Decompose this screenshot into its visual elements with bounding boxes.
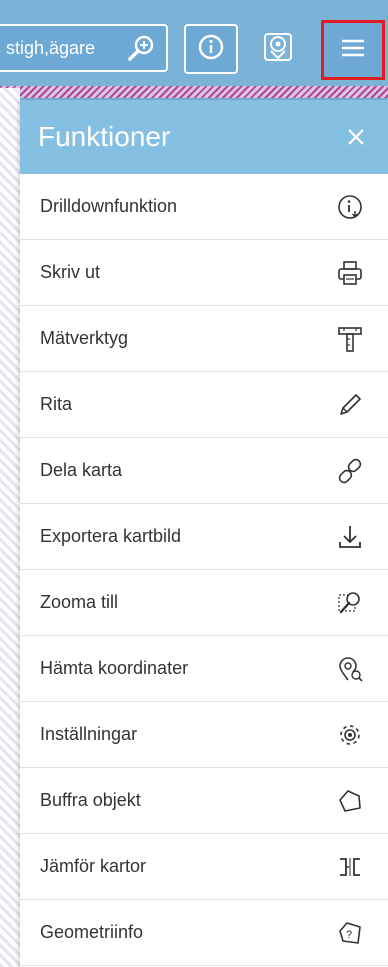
- menu-item-compare[interactable]: Jämför kartor: [20, 834, 388, 900]
- menu-item-label: Inställningar: [40, 724, 138, 744]
- map-background-strip: [0, 86, 388, 98]
- menu-item-label: Rita: [40, 394, 73, 414]
- menu-item-settings[interactable]: Inställningar: [20, 702, 388, 768]
- menu-item-measure[interactable]: Mätverktyg: [20, 306, 388, 372]
- menu-item-label: Geometriinfo: [40, 922, 144, 942]
- search-input-text[interactable]: stigh,ägare: [6, 38, 124, 59]
- printer-icon: [334, 257, 366, 289]
- layers-icon: [262, 31, 294, 68]
- menu-item-share[interactable]: Dela karta: [20, 438, 388, 504]
- menu-item-label: Dela karta: [40, 460, 123, 480]
- pencil-icon: [334, 389, 366, 421]
- menu-item-label: Zooma till: [40, 592, 119, 612]
- menu-button[interactable]: [321, 20, 385, 80]
- menu-item-geometry-info[interactable]: Geometriinfo ?: [20, 900, 388, 966]
- link-icon: [334, 455, 366, 487]
- hamburger-menu-icon: [340, 37, 366, 64]
- functions-list: Drilldownfunktion Skriv ut Mätverktyg Ri…: [20, 174, 388, 966]
- geometry-info-icon: ?: [334, 917, 366, 949]
- ruler-icon: [334, 323, 366, 355]
- compare-icon: [334, 851, 366, 883]
- info-icon: [197, 33, 225, 66]
- close-icon: [348, 129, 364, 145]
- top-toolbar: stigh,ägare: [0, 0, 388, 86]
- menu-item-draw[interactable]: Rita: [20, 372, 388, 438]
- menu-item-drilldown[interactable]: Drilldownfunktion: [20, 174, 388, 240]
- functions-panel: Funktioner Drilldownfunktion Skriv ut Mä…: [20, 100, 388, 967]
- svg-text:?: ?: [346, 929, 352, 941]
- info-button[interactable]: [184, 24, 238, 74]
- menu-item-label: Hämta koordinater: [40, 658, 189, 678]
- search-plus-icon[interactable]: [124, 31, 158, 65]
- gear-icon: [334, 719, 366, 751]
- menu-item-coordinates[interactable]: Hämta koordinater: [20, 636, 388, 702]
- info-drilldown-icon: [334, 191, 366, 223]
- map-background-left: [0, 88, 20, 967]
- menu-item-zoom[interactable]: Zooma till: [20, 570, 388, 636]
- menu-item-label: Jämför kartor: [40, 856, 147, 876]
- menu-item-print[interactable]: Skriv ut: [20, 240, 388, 306]
- menu-item-label: Mätverktyg: [40, 328, 129, 348]
- panel-header: Funktioner: [20, 100, 388, 174]
- search-input[interactable]: stigh,ägare: [0, 24, 168, 72]
- zoom-to-icon: [334, 587, 366, 619]
- menu-item-label: Buffra objekt: [40, 790, 141, 810]
- layers-button[interactable]: [251, 24, 305, 74]
- menu-item-buffer[interactable]: Buffra objekt: [20, 768, 388, 834]
- close-button[interactable]: [340, 121, 372, 153]
- menu-item-label: Exportera kartbild: [40, 526, 182, 546]
- menu-item-label: Drilldownfunktion: [40, 196, 178, 216]
- menu-item-label: Skriv ut: [40, 262, 101, 282]
- location-search-icon: [334, 653, 366, 685]
- polygon-icon: [334, 785, 366, 817]
- panel-title: Funktioner: [38, 121, 171, 152]
- download-icon: [334, 521, 366, 553]
- menu-item-export[interactable]: Exportera kartbild: [20, 504, 388, 570]
